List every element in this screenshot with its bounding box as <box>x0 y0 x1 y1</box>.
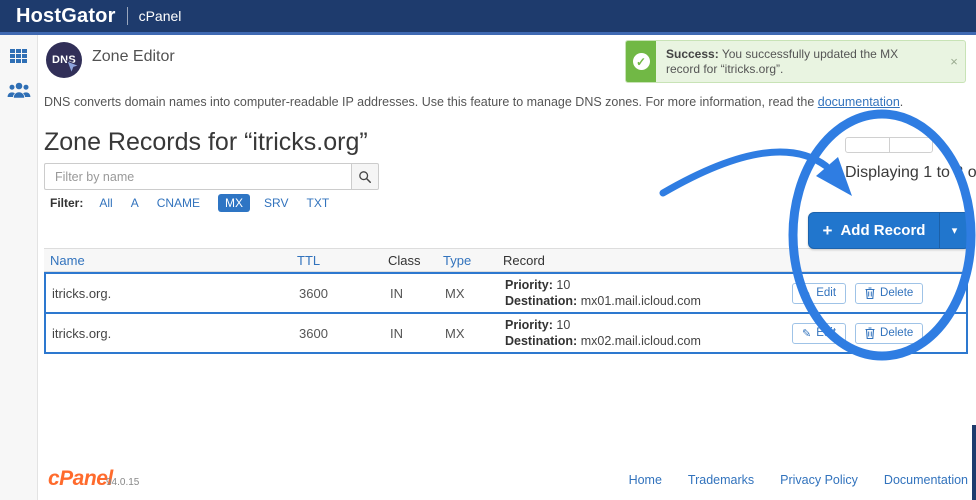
column-record: Record <box>503 252 545 268</box>
footer-link-trademarks[interactable]: Trademarks <box>688 473 754 487</box>
cpanel-footer-logo: cPanel <box>48 467 113 490</box>
description-text: DNS converts domain names into computer-… <box>44 95 818 109</box>
users-group-icon[interactable] <box>7 81 31 99</box>
filter-search-button[interactable] <box>351 163 379 190</box>
table-row: itricks.org. 3600 IN MX Priority: 10 Des… <box>44 272 968 314</box>
destination-value: mx01.mail.icloud.com <box>577 294 701 308</box>
plus-icon: + <box>822 221 833 240</box>
check-icon: ✓ <box>632 53 650 70</box>
record-class: IN <box>390 285 403 301</box>
destination-label: Destination: <box>505 294 578 308</box>
trash-icon <box>865 287 875 299</box>
destination-value: mx02.mail.icloud.com <box>577 334 701 348</box>
destination-label: Destination: <box>505 334 578 348</box>
column-name[interactable]: Name <box>44 253 291 268</box>
pagination-stub <box>845 137 933 153</box>
record-name: itricks.org. <box>52 325 112 341</box>
page-title: Zone Editor <box>92 48 175 65</box>
add-record-button[interactable]: + Add Record ▾ <box>808 212 970 249</box>
success-title: Success: <box>666 47 719 61</box>
footer-link-documentation[interactable]: Documentation <box>884 473 968 487</box>
table-row: itricks.org. 3600 IN MX Priority: 10 Des… <box>44 312 968 354</box>
filter-box <box>44 163 379 190</box>
record-type: MX <box>445 325 465 341</box>
record-value: Priority: 10 Destination: mx01.mail.iclo… <box>499 277 786 309</box>
filter-srv[interactable]: SRV <box>264 196 288 210</box>
edit-button[interactable]: ✎ Edit <box>792 282 847 304</box>
footer-link-privacy-policy[interactable]: Privacy Policy <box>780 473 858 487</box>
top-bar: HostGator cPanel <box>0 0 976 32</box>
search-icon <box>359 170 371 183</box>
add-record-label: Add Record <box>840 222 926 239</box>
zone-records-heading: Zone Records for “itricks.org” <box>44 128 368 156</box>
screen-edge-strip <box>972 425 976 500</box>
filter-a[interactable]: A <box>131 196 139 210</box>
filter-all[interactable]: All <box>99 196 112 210</box>
table-header-row: Name TTL Class Type Record <box>44 248 968 272</box>
type-filter-row: Filter: All A CNAME MX SRV TXT <box>50 194 347 212</box>
filter-cname[interactable]: CNAME <box>157 196 200 210</box>
record-class: IN <box>390 325 403 341</box>
trash-icon <box>865 327 875 339</box>
close-icon[interactable]: × <box>943 41 965 82</box>
record-ttl: 3600 <box>299 325 328 341</box>
record-type: MX <box>445 285 465 301</box>
header-accent-strip <box>0 32 976 35</box>
record-actions: ✎ Edit Delete <box>786 282 966 304</box>
delete-label: Delete <box>880 287 914 299</box>
record-name: itricks.org. <box>52 285 112 301</box>
success-alert: ✓ Success: You successfully updated the … <box>625 40 966 83</box>
pencil-icon: ✎ <box>802 327 812 340</box>
priority-value: 10 <box>552 278 571 292</box>
delete-button[interactable]: Delete <box>855 322 924 344</box>
apps-grid-icon[interactable] <box>10 49 27 63</box>
record-actions: ✎ Edit Delete <box>786 322 966 344</box>
priority-value: 10 <box>552 318 571 332</box>
displaying-count-text: Displaying 1 to 2 out <box>845 164 976 181</box>
documentation-link[interactable]: documentation <box>818 95 900 109</box>
delete-button[interactable]: Delete <box>855 282 924 304</box>
priority-label: Priority: <box>505 318 553 332</box>
filter-mx[interactable]: MX <box>218 194 251 212</box>
column-class: Class <box>388 252 421 268</box>
footer-links: Home Trademarks Privacy Policy Documenta… <box>629 473 968 487</box>
success-message: Success: You successfully updated the MX… <box>656 41 943 82</box>
priority-label: Priority: <box>505 278 553 292</box>
left-sidebar <box>0 35 38 500</box>
filter-label: Filter: <box>50 196 84 210</box>
cpanel-label: cPanel <box>138 8 182 24</box>
column-type[interactable]: Type <box>437 253 497 268</box>
cpanel-version: 94.0.15 <box>106 477 140 488</box>
description-period: . <box>899 95 904 109</box>
column-ttl[interactable]: TTL <box>291 253 382 268</box>
chevron-down-icon: ▾ <box>951 225 958 237</box>
edit-button[interactable]: ✎ Edit <box>792 322 847 344</box>
feature-description: DNS converts domain names into computer-… <box>44 95 903 109</box>
hostgator-logo: HostGator <box>16 4 116 27</box>
zone-records-table: Name TTL Class Type Record itricks.org. … <box>44 248 968 354</box>
filter-by-name-input[interactable] <box>44 163 351 190</box>
edit-label: Edit <box>816 287 837 299</box>
record-ttl: 3600 <box>299 285 328 301</box>
pencil-icon: ✎ <box>802 287 812 300</box>
add-record-dropdown-toggle[interactable]: ▾ <box>939 213 969 248</box>
success-icon-panel: ✓ <box>626 41 656 82</box>
annotation-arrow-line <box>659 148 830 197</box>
edit-label: Edit <box>816 327 837 339</box>
record-value: Priority: 10 Destination: mx02.mail.iclo… <box>499 317 786 349</box>
footer-link-home[interactable]: Home <box>629 473 662 487</box>
delete-label: Delete <box>880 327 914 339</box>
filter-txt[interactable]: TXT <box>307 196 330 210</box>
brand-divider <box>126 7 128 25</box>
cursor-pointer-icon <box>66 60 81 75</box>
